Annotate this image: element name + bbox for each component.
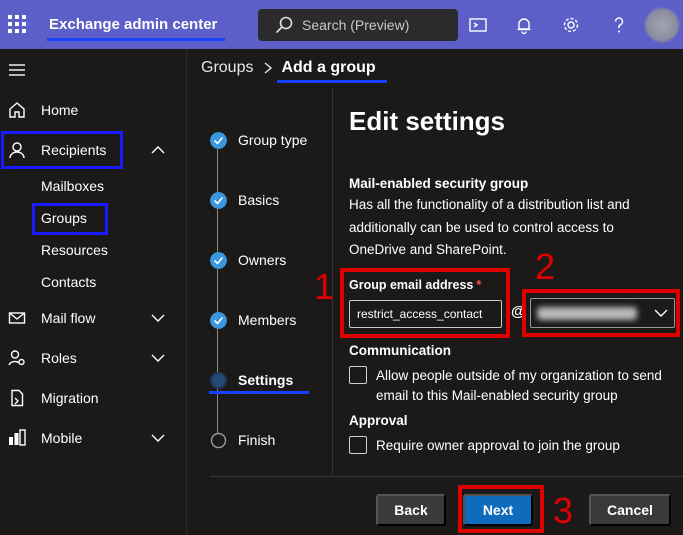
nav-label-home: Home (41, 102, 79, 118)
nav-sub-contacts[interactable]: Contacts (41, 274, 96, 290)
settings-step-underline (209, 391, 309, 394)
nav-sub-resources[interactable]: Resources (41, 242, 108, 258)
settings-gear-icon[interactable] (560, 14, 582, 36)
nav-item-migration[interactable]: Migration (0, 382, 186, 414)
nav-label-migration: Migration (41, 390, 99, 406)
group-kind-description: Has all the functionality of a distribut… (349, 197, 630, 257)
allow-external-label[interactable]: Allow people outside of my organization … (376, 366, 676, 406)
annotation-number-1: 1 (314, 266, 335, 307)
check-circle-icon (210, 132, 227, 149)
chevron-right-icon (265, 62, 273, 74)
chevron-down-icon[interactable] (151, 313, 165, 323)
user-avatar[interactable] (645, 8, 679, 42)
breadcrumb-groups[interactable]: Groups (201, 59, 253, 77)
current-step-icon (210, 372, 227, 389)
app-title-underline (47, 38, 225, 41)
communication-title: Communication (349, 343, 452, 358)
top-bar: Exchange admin center Search (Preview) (0, 0, 683, 49)
allow-external-checkbox[interactable] (349, 366, 367, 384)
roles-icon (8, 350, 25, 366)
pending-step-icon (210, 432, 227, 449)
check-circle-icon (210, 312, 227, 329)
step-label: Members (238, 312, 297, 328)
check-circle-icon (210, 192, 227, 209)
nav-item-mail-flow[interactable]: Mail flow (0, 302, 186, 334)
nav-label-roles: Roles (41, 350, 77, 366)
breadcrumb: Groups Add a group (201, 59, 376, 77)
cancel-button[interactable]: Cancel (589, 494, 671, 526)
nav-item-roles[interactable]: Roles (0, 342, 186, 374)
nav-label-mail-flow: Mail flow (41, 310, 96, 326)
annotation-box-2 (522, 289, 680, 337)
group-kind-title: Mail-enabled security group (349, 176, 529, 191)
next-button[interactable]: Next (463, 494, 533, 526)
cloud-shell-icon[interactable] (467, 14, 489, 36)
notification-bell-icon[interactable] (513, 14, 535, 36)
step-label: Owners (238, 252, 287, 268)
mobile-icon (9, 429, 26, 446)
groups-highlight-box (32, 203, 108, 235)
breadcrumb-underline (277, 80, 387, 83)
home-icon (9, 102, 25, 118)
step-connector (217, 329, 218, 373)
app-launcher-icon[interactable] (8, 15, 26, 33)
step-label: Basics (238, 192, 280, 208)
hamburger-menu-icon[interactable] (9, 64, 25, 76)
annotation-number-3: 3 (553, 490, 574, 531)
approval-title: Approval (349, 413, 408, 428)
owner-approval-label[interactable]: Require owner approval to join the group (376, 436, 676, 456)
back-button[interactable]: Back (376, 494, 446, 526)
breadcrumb-current: Add a group (281, 59, 376, 76)
search-placeholder: Search (Preview) (302, 17, 410, 33)
step-label: Group type (238, 132, 308, 148)
mail-icon (8, 312, 26, 324)
annotation-number-2: 2 (535, 246, 556, 287)
step-label: Finish (238, 432, 276, 448)
nav-label-mobile: Mobile (41, 430, 83, 446)
nav-sub-mailboxes[interactable]: Mailboxes (41, 178, 104, 194)
migration-icon (11, 389, 24, 407)
nav-divider (186, 49, 187, 535)
search-icon (276, 16, 293, 33)
recipients-highlight-box (1, 131, 123, 169)
chevron-down-icon[interactable] (151, 433, 165, 443)
check-circle-icon (210, 252, 227, 269)
step-connector (217, 389, 218, 433)
annotation-box-1 (340, 268, 510, 338)
owner-approval-checkbox[interactable] (349, 436, 367, 454)
page-heading: Edit settings (349, 106, 506, 136)
chevron-down-icon[interactable] (151, 353, 165, 363)
help-icon[interactable] (608, 14, 630, 36)
chevron-up-icon[interactable] (151, 145, 165, 155)
search-box[interactable]: Search (Preview) (258, 9, 458, 41)
step-label: Settings (238, 372, 294, 388)
footer-divider (210, 476, 683, 477)
app-title[interactable]: Exchange admin center (49, 16, 217, 33)
nav-item-home[interactable]: Home (0, 94, 186, 126)
step-connector (217, 209, 218, 253)
step-connector (217, 269, 218, 313)
nav-item-mobile[interactable]: Mobile (0, 422, 186, 454)
step-connector (217, 149, 218, 193)
